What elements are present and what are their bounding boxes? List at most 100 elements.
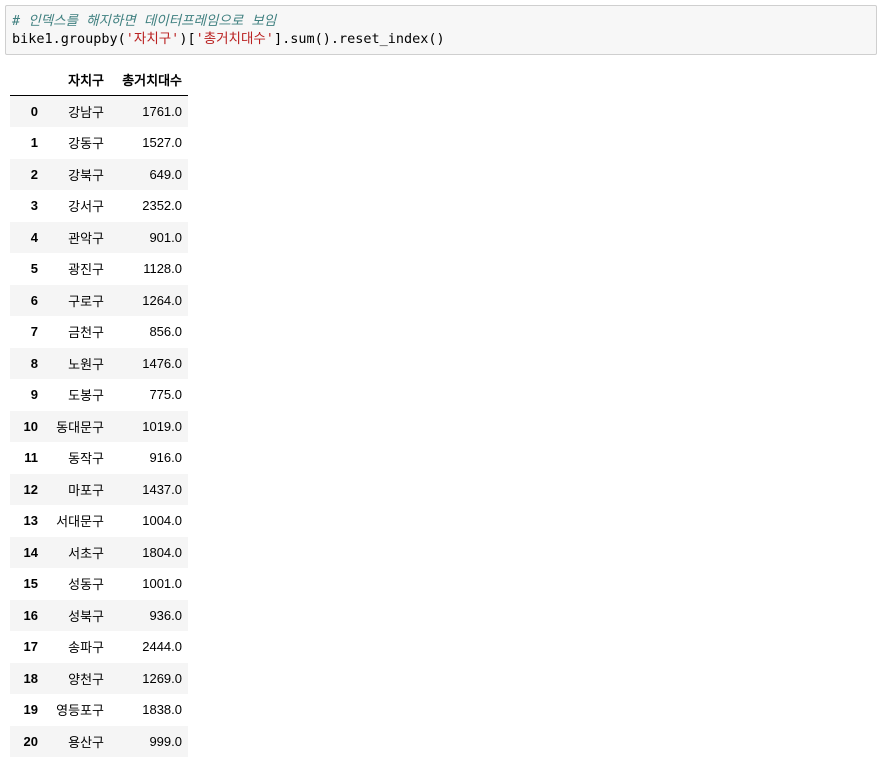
row-index: 14 xyxy=(23,544,38,560)
table-row: 16 성북구 936.0 xyxy=(10,599,188,631)
index-header xyxy=(10,64,44,96)
dataframe-table: 자치구 총거치대수 0 강남구 1761.0 1 강동구 1527.0 2 강북구 649.0 3… xyxy=(10,64,188,757)
cell-gu: 관악구 xyxy=(68,230,104,246)
cell-total: 775.0 xyxy=(149,387,182,403)
row-index: 0 xyxy=(30,104,38,119)
table-row: 0 강남구 1761.0 xyxy=(10,95,188,127)
row-index: 1 xyxy=(30,135,38,151)
code-mid: )[ xyxy=(179,31,196,47)
cell-total: 916.0 xyxy=(149,450,182,466)
row-index: 8 xyxy=(30,355,38,371)
column-header-gu: 자치구 xyxy=(44,64,110,96)
cell-gu: 양천구 xyxy=(68,671,104,687)
cell-total: 1838.0 xyxy=(142,702,182,718)
row-index: 18 xyxy=(23,670,38,686)
cell-total: 1527.0 xyxy=(142,135,182,151)
cell-total: 2352.0 xyxy=(142,198,182,214)
table-row: 2 강북구 649.0 xyxy=(10,158,188,190)
cell-gu: 강서구 xyxy=(68,199,104,215)
table-row: 6 구로구 1264.0 xyxy=(10,284,188,316)
code-statement-line: bike1.groupby('자치구')['총거치대수'].sum().rese… xyxy=(12,30,870,48)
row-index: 10 xyxy=(23,418,38,434)
cell-gu: 송파구 xyxy=(68,640,104,656)
table-row: 4 관악구 901.0 xyxy=(10,221,188,253)
code-suffix: ].sum().reset_index() xyxy=(273,31,445,47)
cell-gu: 용산구 xyxy=(68,734,104,750)
cell-total: 649.0 xyxy=(149,166,182,182)
table-row: 19 영등포구 1838.0 xyxy=(10,694,188,726)
cell-gu: 구로구 xyxy=(68,293,104,309)
table-row: 13 서대문구 1004.0 xyxy=(10,505,188,537)
row-index: 11 xyxy=(24,450,38,466)
table-row: 18 양천구 1269.0 xyxy=(10,662,188,694)
table-row: 9 도봉구 775.0 xyxy=(10,379,188,411)
cell-gu: 광진구 xyxy=(68,262,104,278)
cell-total: 1004.0 xyxy=(142,513,182,529)
cell-total: 936.0 xyxy=(149,607,182,623)
table-row: 7 금천구 856.0 xyxy=(10,316,188,348)
table-header-row: 자치구 총거치대수 xyxy=(10,64,188,96)
cell-total: 1128.0 xyxy=(143,261,182,277)
cell-gu: 마포구 xyxy=(68,482,104,498)
cell-total: 1437.0 xyxy=(142,481,182,497)
cell-gu: 금천구 xyxy=(68,325,104,341)
row-index: 6 xyxy=(30,292,38,308)
cell-gu: 노원구 xyxy=(68,356,104,372)
cell-total: 1761.0 xyxy=(142,104,182,119)
table-row: 14 서초구 1804.0 xyxy=(10,536,188,568)
cell-total: 901.0 xyxy=(149,229,182,245)
cell-gu: 성동구 xyxy=(68,577,104,593)
row-index: 12 xyxy=(23,481,38,497)
row-index: 7 xyxy=(30,324,38,340)
cell-total: 1264.0 xyxy=(142,292,182,308)
row-index: 19 xyxy=(23,702,38,718)
table-row: 8 노원구 1476.0 xyxy=(10,347,188,379)
table-row: 12 마포구 1437.0 xyxy=(10,473,188,505)
row-index: 5 xyxy=(30,261,38,277)
code-cell-input[interactable]: # 인덱스를 해지하면 데이터프레임으로 보임 bike1.groupby('자… xyxy=(5,5,877,55)
row-index: 17 xyxy=(23,639,38,655)
row-index: 15 xyxy=(23,576,38,592)
table-row: 3 강서구 2352.0 xyxy=(10,190,188,222)
cell-total: 1019.0 xyxy=(142,418,182,434)
cell-total: 2444.0 xyxy=(142,639,182,655)
table-row: 5 광진구 1128.0 xyxy=(10,253,188,285)
code-string-gu: '자치구' xyxy=(125,31,180,47)
table-row: 15 성동구 1001.0 xyxy=(10,568,188,600)
cell-gu: 강동구 xyxy=(68,136,104,152)
cell-total: 1001.0 xyxy=(142,576,182,592)
code-string-total: '총거치대수' xyxy=(195,31,274,47)
table-row: 20 용산구 999.0 xyxy=(10,725,188,757)
cell-total: 856.0 xyxy=(149,324,182,340)
table-row: 1 강동구 1527.0 xyxy=(10,127,188,159)
cell-total: 999.0 xyxy=(149,733,182,749)
row-index: 13 xyxy=(23,513,38,529)
cell-total: 1269.0 xyxy=(142,670,182,686)
cell-gu: 동대문구 xyxy=(56,419,104,435)
cell-gu: 영등포구 xyxy=(56,703,104,719)
cell-gu: 도봉구 xyxy=(68,388,104,404)
cell-gu: 동작구 xyxy=(68,451,104,467)
cell-gu: 강남구 xyxy=(68,105,104,120)
cell-gu: 강북구 xyxy=(68,167,104,183)
table-row: 17 송파구 2444.0 xyxy=(10,631,188,663)
cell-gu: 성북구 xyxy=(68,608,104,624)
table-row: 11 동작구 916.0 xyxy=(10,442,188,474)
table-body: 0 강남구 1761.0 1 강동구 1527.0 2 강북구 649.0 3 강서구 2352.0 4… xyxy=(10,95,188,757)
cell-output: 자치구 총거치대수 0 강남구 1761.0 1 강동구 1527.0 2 강북구 649.0 3… xyxy=(10,64,188,757)
code-comment-line: # 인덱스를 해지하면 데이터프레임으로 보임 xyxy=(12,12,870,30)
row-index: 20 xyxy=(23,733,38,749)
code-comment: # 인덱스를 해지하면 데이터프레임으로 보임 xyxy=(12,13,277,29)
table-row: 10 동대문구 1019.0 xyxy=(10,410,188,442)
code-prefix: bike1.groupby( xyxy=(12,31,126,47)
cell-total: 1804.0 xyxy=(142,544,182,560)
row-index: 16 xyxy=(23,607,38,623)
column-header-total: 총거치대수 xyxy=(110,64,188,96)
row-index: 9 xyxy=(30,387,38,403)
cell-gu: 서대문구 xyxy=(56,514,104,530)
row-index: 3 xyxy=(30,198,38,214)
cell-total: 1476.0 xyxy=(142,355,182,371)
row-index: 4 xyxy=(30,229,38,245)
row-index: 2 xyxy=(30,166,38,182)
cell-gu: 서초구 xyxy=(68,545,104,561)
